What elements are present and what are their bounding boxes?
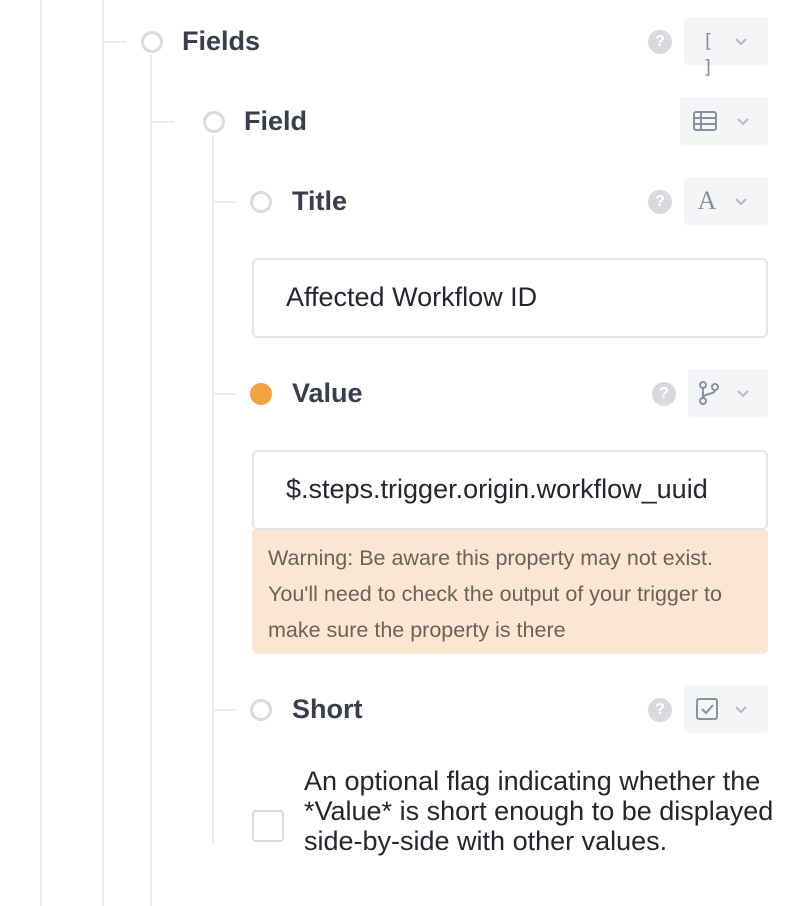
tree-guide-line bbox=[40, 0, 42, 906]
tree-guide-line bbox=[150, 55, 152, 906]
checkbox-icon bbox=[696, 698, 718, 720]
short-status-indicator bbox=[250, 699, 272, 721]
short-description: An optional flag indicating whether the … bbox=[304, 766, 774, 856]
field-label: Field bbox=[244, 106, 308, 136]
tree-guide-line bbox=[212, 135, 214, 843]
tree-branch-line bbox=[214, 201, 236, 203]
value-label: Value bbox=[292, 378, 363, 408]
value-input[interactable]: $.steps.trigger.origin.workflow_uuid bbox=[252, 450, 768, 530]
title-label: Title bbox=[292, 186, 348, 216]
chevron-down-icon bbox=[737, 118, 749, 126]
tree-branch-line bbox=[152, 121, 174, 123]
chevron-down-icon bbox=[737, 390, 749, 398]
value-type-selector[interactable] bbox=[688, 369, 768, 417]
tree-branch-line bbox=[214, 393, 236, 395]
help-icon[interactable]: ? bbox=[648, 698, 672, 722]
array-bracket-icon: [ ] bbox=[702, 30, 713, 78]
help-icon[interactable]: ? bbox=[648, 30, 672, 54]
field-status-indicator bbox=[203, 111, 225, 133]
table-icon bbox=[693, 111, 717, 131]
tree-guide-line bbox=[102, 0, 104, 906]
short-checkbox[interactable] bbox=[252, 810, 284, 842]
title-type-selector[interactable]: A bbox=[684, 177, 768, 225]
help-icon[interactable]: ? bbox=[648, 190, 672, 214]
chevron-down-icon bbox=[735, 706, 747, 714]
tree-branch-line bbox=[104, 41, 126, 43]
value-status-indicator bbox=[250, 383, 272, 405]
fields-status-indicator bbox=[141, 31, 163, 53]
text-type-icon: A bbox=[697, 186, 717, 215]
chevron-down-icon bbox=[735, 38, 747, 46]
field-type-selector[interactable] bbox=[680, 97, 768, 145]
short-label: Short bbox=[292, 694, 363, 724]
short-type-selector[interactable] bbox=[684, 685, 768, 733]
title-status-indicator bbox=[250, 191, 272, 213]
help-icon[interactable]: ? bbox=[652, 382, 676, 406]
tree-branch-line bbox=[214, 709, 236, 711]
fields-type-selector[interactable]: [ ] bbox=[684, 17, 768, 78]
title-input[interactable]: Affected Workflow ID bbox=[252, 258, 768, 338]
property-warning: Warning: Be aware this property may not … bbox=[252, 530, 768, 654]
git-branch-icon bbox=[699, 381, 719, 405]
fields-label: Fields bbox=[182, 26, 261, 56]
chevron-down-icon bbox=[735, 198, 747, 206]
